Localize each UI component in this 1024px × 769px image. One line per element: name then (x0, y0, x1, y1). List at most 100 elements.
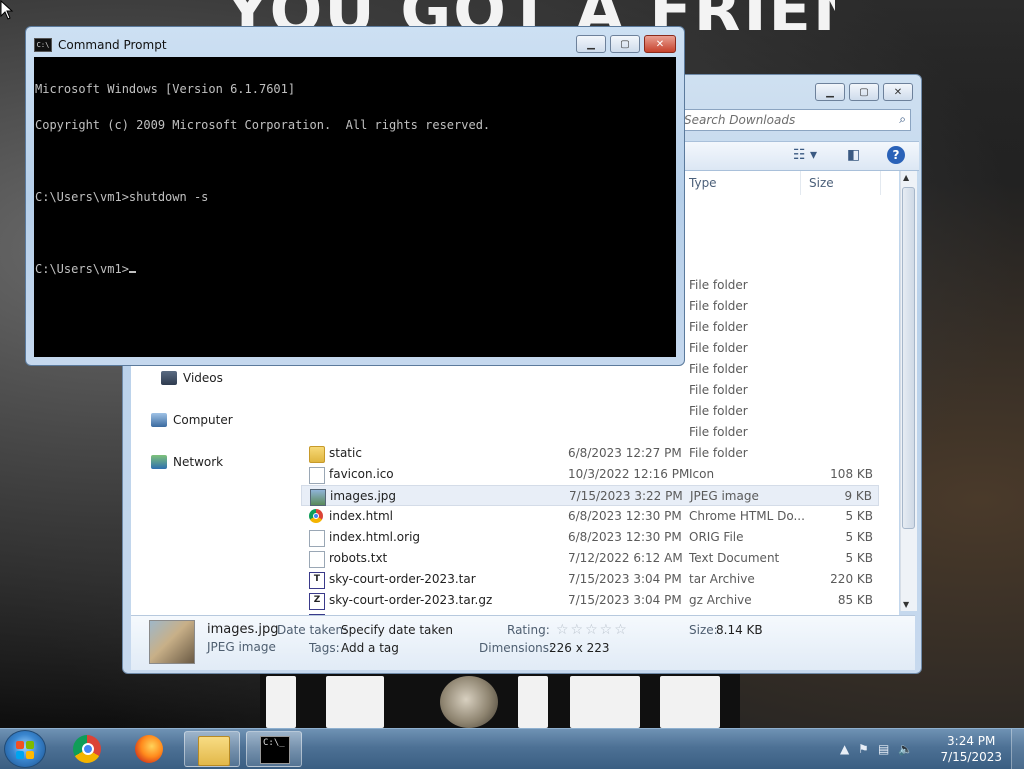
videos-icon (161, 371, 177, 385)
table-row[interactable]: Tsky-court-order-2023.tar 7/15/2023 3:04 … (301, 569, 879, 590)
tags-value[interactable]: Add a tag (341, 641, 399, 655)
file-type: Text Document (689, 551, 780, 565)
console-prompt-line[interactable]: C:\Users\vm1> (35, 263, 675, 275)
file-type: tar Archive (689, 572, 755, 586)
preview-pane-icon[interactable]: ◧ (847, 147, 860, 163)
taskbar-command-prompt[interactable]: C:\_ (246, 731, 302, 767)
taskbar-explorer[interactable] (184, 731, 240, 767)
console-output[interactable]: Microsoft Windows [Version 6.1.7601] Cop… (34, 57, 676, 357)
console-line: Copyright (c) 2009 Microsoft Corporation… (35, 118, 491, 132)
chrome-icon (73, 735, 101, 763)
file-size: 9 KB (844, 489, 872, 503)
taskbar-firefox[interactable] (122, 731, 178, 767)
volume-muted-icon[interactable]: 🔈 (898, 742, 913, 756)
maximize-button[interactable]: ▢ (610, 35, 640, 53)
file-type: File folder (689, 320, 748, 334)
file-date: 10/3/2022 12:16 PM (568, 467, 690, 481)
nav-item-computer[interactable]: Computer (151, 413, 233, 427)
command-prompt-window[interactable]: C:\ Command Prompt ▁ ▢ ✕ Microsoft Windo… (25, 26, 685, 366)
file-type: Icon (689, 467, 715, 481)
window-title: Command Prompt (58, 38, 167, 52)
nav-item-label: Network (173, 455, 224, 469)
file-icon (309, 551, 325, 568)
table-row[interactable]: favicon.ico 10/3/2022 12:16 PM Icon 108 KB (301, 464, 879, 485)
gz-archive-icon: Z (309, 593, 325, 610)
clock[interactable]: 3:24 PM 7/15/2023 (940, 733, 1002, 765)
start-button[interactable] (4, 730, 46, 768)
folder-icon (198, 736, 230, 766)
clock-time: 3:24 PM (947, 734, 996, 748)
taskbar-chrome[interactable] (60, 731, 116, 767)
file-type: gz Archive (689, 593, 752, 607)
search-icon[interactable]: ⌕ (899, 112, 906, 127)
close-button[interactable]: ✕ (644, 35, 676, 53)
dimensions-value: 226 x 223 (549, 641, 610, 655)
size-value: 8.14 KB (716, 623, 763, 637)
minimize-button[interactable]: ▁ (576, 35, 606, 53)
date-taken-value[interactable]: Specify date taken (341, 623, 453, 637)
scroll-up-icon[interactable]: ▲ (903, 173, 909, 182)
details-pane: images.jpg JPEG image Date taken: Specif… (131, 615, 915, 670)
table-row[interactable]: robots.txt 7/12/2022 6:12 AM Text Document… (301, 548, 879, 569)
file-date: 6/8/2023 12:30 PM (568, 530, 682, 544)
nav-item-network[interactable]: Network (151, 455, 223, 469)
scroll-down-icon[interactable]: ▼ (903, 600, 909, 609)
file-name: index.html (329, 509, 393, 523)
network-icon (151, 455, 167, 469)
file-icon (309, 467, 325, 484)
close-button[interactable]: ✕ (883, 83, 913, 101)
help-icon[interactable]: ? (887, 146, 905, 164)
file-date: 6/8/2023 12:27 PM (568, 446, 682, 460)
console-line: Microsoft Windows [Version 6.1.7601] (35, 82, 296, 96)
file-type: File folder (689, 446, 748, 460)
explorer-window-controls: ▁ ▢ ✕ (815, 83, 913, 101)
tar-archive-icon: T (309, 572, 325, 589)
file-name: index.html.orig (329, 530, 421, 544)
nav-item-label: Computer (173, 413, 233, 427)
file-date: 7/15/2023 3:22 PM (569, 489, 683, 503)
file-size: 5 KB (845, 530, 873, 544)
minimize-button[interactable]: ▁ (815, 83, 845, 101)
file-name: sky-court-order-2023.tar.gz (329, 593, 493, 607)
scrollbar-thumb[interactable] (902, 187, 915, 529)
table-row[interactable]: static 6/8/2023 12:27 PM File folder (301, 443, 879, 464)
system-tray: ▲ ⚑ ▤ 🔈 3:24 PM 7/15/2023 (834, 729, 1024, 769)
search-input[interactable]: Search Downloads ⌕ (679, 109, 911, 131)
rating-stars[interactable]: ☆☆☆☆☆ (556, 622, 629, 638)
table-row[interactable]: images.jpg 7/15/2023 3:22 PM JPEG image 9 K… (301, 485, 879, 506)
show-desktop-button[interactable] (1011, 729, 1024, 769)
file-type: File folder (689, 278, 748, 292)
list-item[interactable]: File folder (301, 380, 879, 401)
details-filename: images.jpg (207, 622, 279, 637)
view-options-icon[interactable]: ☷ ▾ (793, 147, 817, 163)
column-header-type[interactable]: Type (681, 171, 801, 195)
file-name: static (329, 446, 362, 460)
list-item[interactable]: File folder (301, 401, 879, 422)
file-type: File folder (689, 299, 748, 313)
column-header-size[interactable]: Size (801, 171, 881, 195)
show-hidden-icons-icon[interactable]: ▲ (840, 742, 849, 756)
file-list-scrollbar[interactable]: ▲ ▼ (900, 171, 917, 611)
search-placeholder: Search Downloads (684, 113, 796, 127)
nav-item-label: Videos (183, 371, 223, 385)
file-type: Chrome HTML Do... (689, 509, 805, 523)
file-size: 220 KB (830, 572, 873, 586)
computer-icon (151, 413, 167, 427)
table-row[interactable]: index.html.orig 6/8/2023 12:30 PM ORIG Fil… (301, 527, 879, 548)
file-type: JPEG image (690, 489, 759, 503)
file-name: sky-court-order-2023.tar (329, 572, 476, 586)
details-filetype: JPEG image (207, 640, 276, 654)
table-row[interactable]: Zsky-court-order-2023.tar.gz 7/15/2023 3:… (301, 590, 879, 611)
list-item[interactable]: File folder (301, 422, 879, 443)
maximize-button[interactable]: ▢ (849, 83, 879, 101)
action-center-icon[interactable]: ⚑ (858, 742, 869, 756)
network-status-icon[interactable]: ▤ (878, 742, 889, 756)
nav-item-videos[interactable]: Videos (161, 371, 223, 385)
file-size: 85 KB (837, 593, 873, 607)
cmd-titlebar[interactable]: C:\ Command Prompt (34, 37, 167, 53)
file-type: File folder (689, 425, 748, 439)
file-date: 7/15/2023 3:04 PM (568, 572, 682, 586)
table-row[interactable]: index.html 6/8/2023 12:30 PM Chrome HTML D… (301, 506, 879, 527)
